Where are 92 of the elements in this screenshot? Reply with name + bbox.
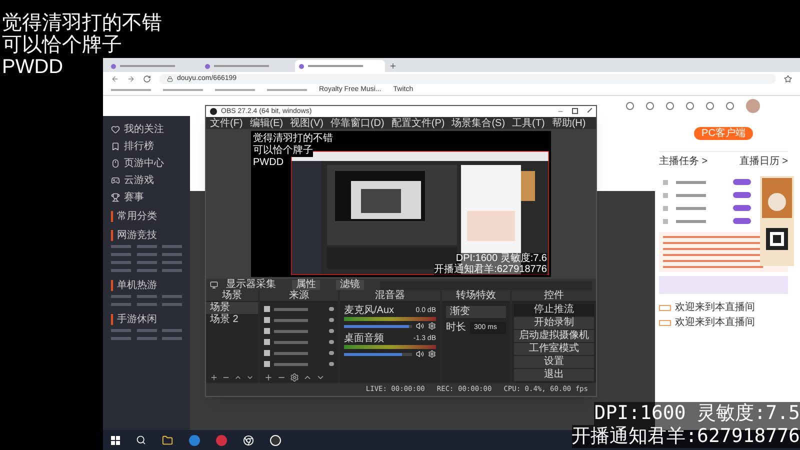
section-title: 网游竞技 <box>111 230 157 241</box>
overlay-stat-text: 开播通知君羊:627918776 <box>572 425 800 448</box>
rank-row[interactable] <box>663 218 751 224</box>
toolbar-button[interactable]: 滤镜 <box>336 280 364 290</box>
menu-item[interactable]: 视图(V) <box>290 118 324 128</box>
folder-icon[interactable] <box>162 434 173 446</box>
control-button[interactable]: 启动虚拟摄像机 <box>514 330 594 342</box>
bookmark-star-icon[interactable] <box>784 74 792 82</box>
control-button[interactable]: 开始录制 <box>514 317 594 329</box>
browser-tab[interactable] <box>295 60 385 72</box>
forward-icon[interactable] <box>127 74 135 82</box>
chrome-icon[interactable] <box>243 434 254 446</box>
level-badge <box>659 320 671 326</box>
sidebar-item[interactable]: 赛事 <box>111 192 182 203</box>
duration-label: 时长 <box>446 322 466 334</box>
menu-item[interactable]: 编辑(E) <box>250 118 284 128</box>
header-icon[interactable] <box>686 102 694 110</box>
source-item[interactable] <box>264 328 334 334</box>
panel-link[interactable]: 直播日历 > <box>739 156 788 167</box>
source-item[interactable] <box>264 339 334 345</box>
header-icon[interactable] <box>626 102 634 110</box>
toolbar-button[interactable]: 属性 <box>292 280 320 290</box>
menu-item[interactable]: 配置文件(P) <box>391 118 445 128</box>
search-icon[interactable] <box>136 435 146 445</box>
level-badge <box>659 304 671 310</box>
scene-item[interactable]: 场景 2 <box>206 314 258 326</box>
add-icon[interactable] <box>210 372 218 382</box>
dock-title: 转场特效 <box>456 291 496 301</box>
section-title: 单机热游 <box>111 280 157 291</box>
sidebar-item[interactable]: 我的关注 <box>111 124 182 135</box>
transition-select[interactable]: 渐变 <box>446 306 506 318</box>
overlay-text: 觉得清羽打的不错 <box>2 12 162 34</box>
sidebar-icon <box>111 176 120 185</box>
channel-name: 麦克风/Aux <box>344 306 394 316</box>
source-item[interactable] <box>264 306 334 312</box>
overlay-text: 可以恰个牌子 <box>2 34 122 56</box>
sidebar-icon <box>111 193 120 202</box>
header-icon[interactable] <box>706 102 714 110</box>
menu-item[interactable]: 停靠窗口(D) <box>330 118 384 128</box>
menu-item[interactable]: 帮助(H) <box>552 118 586 128</box>
menu-item[interactable]: 工具(T) <box>512 118 545 128</box>
rank-row[interactable] <box>663 192 751 198</box>
control-button[interactable]: 设置 <box>514 356 594 368</box>
preview-overlay-text: 可以恰个牌子 <box>253 145 313 157</box>
dock-title: 控件 <box>544 291 564 301</box>
speaker-icon[interactable] <box>416 350 424 358</box>
source-item[interactable] <box>264 317 334 323</box>
dock-title: 混音器 <box>375 291 405 301</box>
sidebar-icon <box>111 159 120 168</box>
back-icon[interactable] <box>111 74 119 82</box>
header-icon[interactable] <box>726 102 734 110</box>
add-icon[interactable] <box>264 372 273 382</box>
sidebar-item[interactable]: 页游中心 <box>111 158 182 169</box>
maximize-icon[interactable] <box>572 108 578 114</box>
chat-message: 欢迎来到本直播间 <box>675 302 755 313</box>
section-title: 常用分类 <box>111 211 157 222</box>
sidebar-item[interactable]: 排行榜 <box>111 141 182 152</box>
settings-icon[interactable] <box>290 372 299 382</box>
app-icon[interactable] <box>216 434 227 446</box>
control-button[interactable]: 停止推流 <box>514 304 594 316</box>
chat-message: 欢迎来到本直播间 <box>675 317 755 328</box>
overlay-stat-text: DPI:1600 灵敏度:7.5 <box>594 402 800 425</box>
control-button[interactable]: 退出 <box>514 369 594 381</box>
preview-overlay-text: 觉得清羽打的不错 <box>253 133 333 145</box>
reload-icon[interactable] <box>143 74 151 82</box>
header-icon[interactable] <box>646 102 654 110</box>
control-button[interactable]: 工作室模式 <box>514 343 594 355</box>
obs-logo-icon <box>210 108 217 115</box>
dock-title: 来源 <box>289 291 309 301</box>
rank-row[interactable] <box>663 205 751 211</box>
section-title: 手游休闲 <box>111 314 157 325</box>
browser-icon[interactable] <box>189 434 200 446</box>
source-name: 显示器采集 <box>226 280 276 290</box>
source-item[interactable] <box>264 361 334 367</box>
scene-item[interactable]: 场景 <box>206 302 258 314</box>
sidebar-item[interactable]: 云游戏 <box>111 175 182 186</box>
header-icon[interactable] <box>666 102 674 110</box>
channel-name: 桌面音频 <box>344 334 384 344</box>
windows-start-icon[interactable] <box>111 436 120 444</box>
new-tab-icon[interactable] <box>389 62 397 70</box>
dock-title: 场景 <box>222 291 242 301</box>
monitor-icon <box>210 281 218 289</box>
obs-icon[interactable] <box>270 434 281 446</box>
preview-overlay-text: 开播通知君羊:627918776 <box>434 264 547 275</box>
speaker-icon[interactable] <box>416 322 424 330</box>
source-item[interactable] <box>264 350 334 356</box>
overlay-text: PWDD <box>2 56 64 78</box>
menu-item[interactable]: 文件(F) <box>210 118 243 128</box>
panel-link[interactable]: 主播任务 > <box>659 156 708 167</box>
preview-overlay-text: DPI:1600 灵敏度:7.6 <box>456 253 547 264</box>
menu-item[interactable]: 场景集合(S) <box>452 118 506 128</box>
rank-row[interactable] <box>663 179 751 185</box>
